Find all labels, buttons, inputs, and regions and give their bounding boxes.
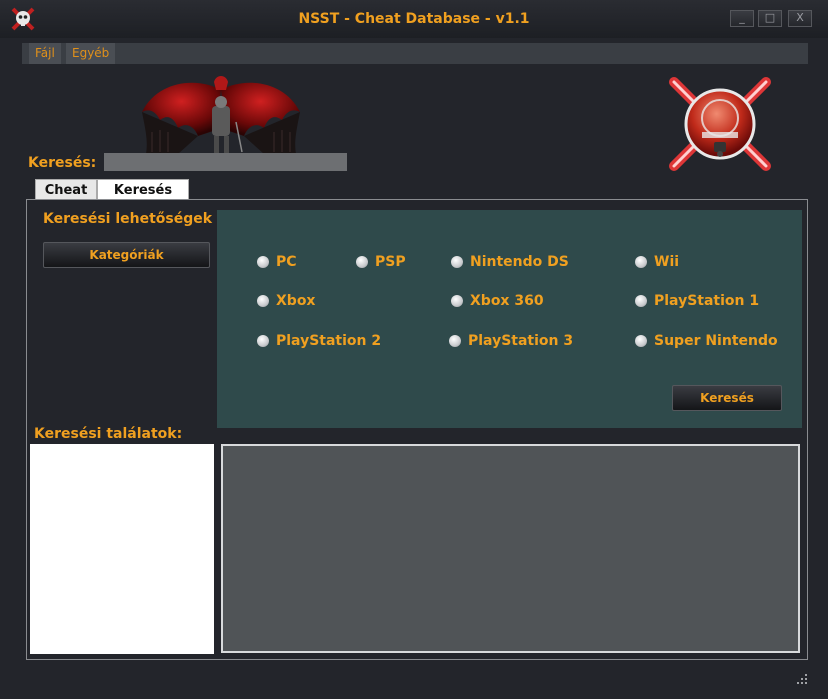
search-input[interactable]: [104, 153, 347, 171]
menu-item-other[interactable]: Egyéb: [66, 43, 116, 64]
search-button[interactable]: Keresés: [672, 385, 782, 411]
radio-button-icon[interactable]: [356, 256, 368, 268]
results-list[interactable]: [30, 444, 214, 654]
window-title: NSST - Cheat Database - v1.1: [298, 11, 530, 27]
menu-bar: Fájl Egyéb: [22, 43, 808, 64]
menu-item-file[interactable]: Fájl: [29, 43, 61, 64]
platform-label: Super Nintendo: [654, 333, 778, 349]
platform-label: PC: [276, 254, 297, 270]
platform-label: Wii: [654, 254, 680, 270]
radio-button-icon[interactable]: [449, 335, 461, 347]
platform-label: PlayStation 2: [276, 333, 382, 349]
tab-cheat[interactable]: Cheat: [35, 179, 97, 200]
platform-label: Xbox: [276, 293, 316, 309]
radio-button-icon[interactable]: [635, 295, 647, 307]
search-options-heading: Keresési lehetőségek: [43, 211, 213, 227]
platform-label: PlayStation 3: [468, 333, 574, 349]
close-button[interactable]: X: [788, 10, 812, 27]
radio-button-icon[interactable]: [451, 295, 463, 307]
maximize-button[interactable]: □: [758, 10, 782, 27]
radio-button-icon[interactable]: [257, 295, 269, 307]
tab-search[interactable]: Keresés: [97, 179, 189, 200]
radio-button-icon[interactable]: [451, 256, 463, 268]
results-detail-panel[interactable]: [221, 444, 800, 653]
platform-label: PlayStation 1: [654, 293, 760, 309]
search-label: Keresés:: [28, 155, 97, 171]
platform-label: PSP: [375, 254, 406, 270]
radio-button-icon[interactable]: [635, 256, 647, 268]
ccd-logo: [669, 77, 771, 171]
title-bar[interactable]: NSST - Cheat Database - v1.1 _ □ X: [0, 0, 828, 38]
radio-button-icon[interactable]: [635, 335, 647, 347]
radio-button-icon[interactable]: [257, 335, 269, 347]
categories-button[interactable]: Kategóriák: [43, 242, 210, 268]
platform-label: Nintendo DS: [470, 254, 569, 270]
minimize-button[interactable]: _: [730, 10, 754, 27]
platform-label: Xbox 360: [470, 293, 544, 309]
radio-button-icon[interactable]: [257, 256, 269, 268]
resize-grip-icon[interactable]: [796, 673, 808, 685]
results-heading: Keresési találatok:: [34, 426, 183, 442]
